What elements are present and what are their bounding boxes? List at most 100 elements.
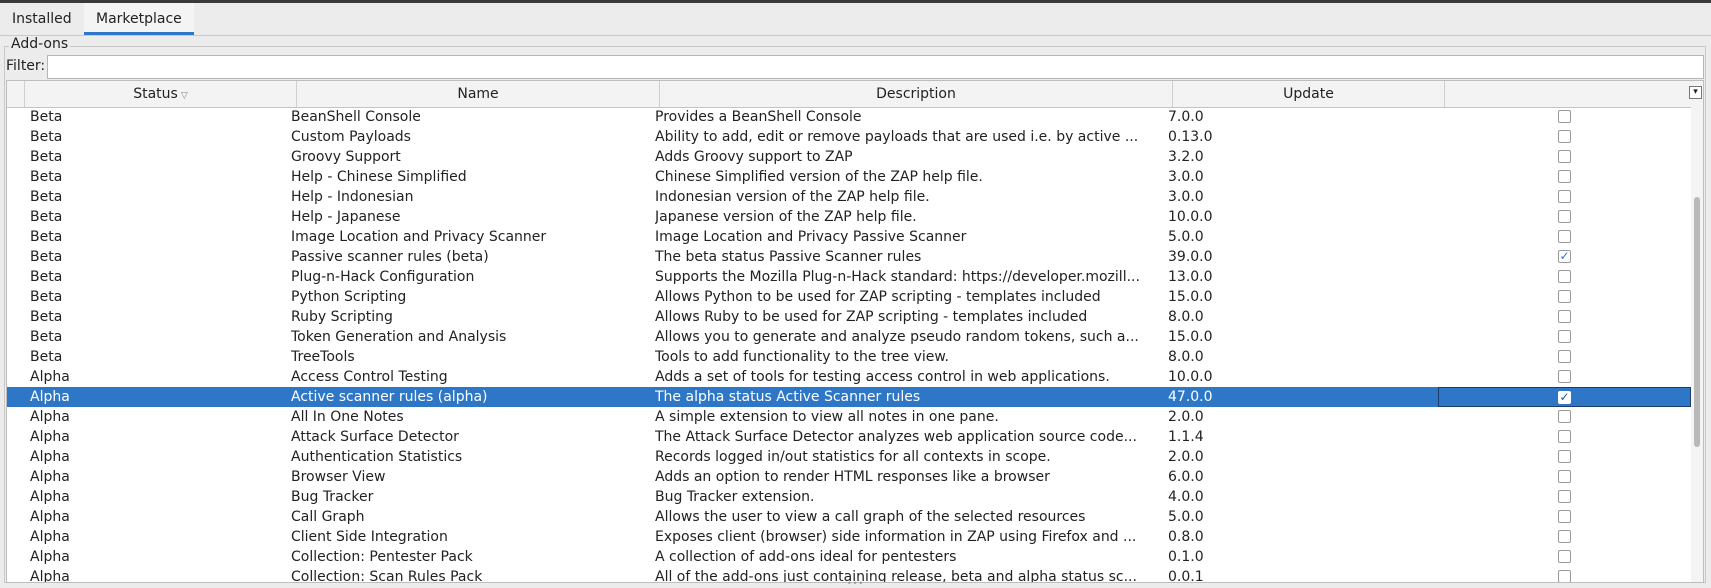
select-checkbox[interactable] [1558,329,1571,343]
column-header-status[interactable]: Status ▽ [25,81,297,107]
table-row[interactable]: Beta Passive scanner rules (beta) The beta… [7,247,1691,267]
table-row[interactable]: Beta Token Generation and Analysis Allows … [7,327,1691,347]
select-checkbox[interactable] [1558,249,1571,263]
name-cell: Help - Chinese Simplified [291,169,467,185]
table-row[interactable]: Beta Ruby Scripting Allows Ruby to be used… [7,307,1691,327]
select-cell [1438,467,1691,487]
name-cell: Python Scripting [291,289,407,305]
table-row[interactable]: Alpha Client Side Integration Exposes clie… [7,527,1691,547]
name-cell: Help - Indonesian [291,189,414,205]
status-cell: Beta [30,109,63,125]
status-cell: Beta [30,169,63,185]
select-checkbox[interactable] [1558,489,1571,503]
select-cell [1438,407,1691,427]
select-checkbox[interactable] [1558,289,1571,303]
update-cell: 3.0.0 [1168,169,1204,185]
status-cell: Beta [30,249,63,265]
table-row[interactable]: Alpha Collection: Pentester Pack A collect… [7,547,1691,567]
vertical-scrollbar[interactable] [1691,107,1703,582]
select-checkbox[interactable] [1558,549,1571,563]
select-checkbox[interactable] [1558,309,1571,323]
description-cell: Bug Tracker extension. [655,489,815,505]
description-cell: Image Location and Privacy Passive Scann… [655,229,967,245]
table-row[interactable]: Beta TreeTools Tools to add functionality … [7,347,1691,367]
status-cell: Alpha [30,549,70,565]
table-row[interactable]: Alpha Active scanner rules (alpha) The alp… [7,387,1691,407]
select-checkbox[interactable] [1558,169,1571,183]
select-checkbox[interactable] [1558,509,1571,523]
scrollbar-thumb[interactable] [1694,197,1700,447]
status-cell: Beta [30,349,63,365]
table-row[interactable]: Alpha Attack Surface Detector The Attack S… [7,427,1691,447]
table-row[interactable]: Beta Plug-n-Hack Configuration Supports th… [7,267,1691,287]
status-cell: Beta [30,309,63,325]
table-row[interactable]: Beta Image Location and Privacy Scanner Im… [7,227,1691,247]
select-checkbox[interactable] [1558,449,1571,463]
select-checkbox[interactable] [1558,109,1571,123]
description-cell: Allows the user to view a call graph of … [655,509,1086,525]
select-checkbox[interactable] [1558,409,1571,423]
name-cell: Attack Surface Detector [291,429,459,445]
column-header-select[interactable] [1445,81,1703,107]
filter-input[interactable] [47,55,1704,79]
name-cell: Plug-n-Hack Configuration [291,269,475,285]
name-cell: Custom Payloads [291,129,411,145]
select-cell [1438,307,1691,327]
update-cell: 15.0.0 [1168,289,1213,305]
column-control-icon[interactable]: ▾ [1689,86,1702,99]
description-cell: The beta status Passive Scanner rules [655,249,922,265]
table-row[interactable]: Beta Help - Chinese Simplified Chinese Sim… [7,167,1691,187]
select-cell [1438,267,1691,287]
status-cell: Alpha [30,469,70,485]
table-row[interactable]: Alpha Browser View Adds an option to rende… [7,467,1691,487]
select-checkbox[interactable] [1558,529,1571,543]
table-row[interactable]: Beta Help - Japanese Japanese version of t… [7,207,1691,227]
table-row[interactable]: Beta Help - Indonesian Indonesian version … [7,187,1691,207]
sort-descending-icon: ▽ [180,91,188,101]
select-cell [1438,127,1691,147]
select-cell [1438,447,1691,467]
column-header-name[interactable]: Name [297,81,660,107]
update-cell: 0.0.1 [1168,569,1204,583]
table-body: Beta BeanShell Console Provides a BeanShel… [7,107,1691,583]
status-cell: Alpha [30,409,70,425]
select-checkbox[interactable] [1558,390,1571,404]
tab-installed[interactable]: Installed [0,3,84,35]
status-cell: Beta [30,329,63,345]
select-checkbox[interactable] [1558,209,1571,223]
select-checkbox[interactable] [1558,149,1571,163]
select-checkbox[interactable] [1558,269,1571,283]
table-row[interactable]: Alpha Authentication Statistics Records lo… [7,447,1691,467]
table-row[interactable]: Alpha Bug Tracker Bug Tracker extension. 4.… [7,487,1691,507]
select-cell [1438,387,1691,407]
tab-marketplace[interactable]: Marketplace [84,3,194,35]
status-cell: Beta [30,269,63,285]
table-row[interactable]: Alpha Call Graph Allows the user to view a… [7,507,1691,527]
update-cell: 6.0.0 [1168,469,1204,485]
update-cell: 4.0.0 [1168,489,1204,505]
select-checkbox[interactable] [1558,229,1571,243]
column-header-update[interactable]: Update [1173,81,1445,107]
description-cell: Allows Ruby to be used for ZAP scripting… [655,309,1088,325]
table-row[interactable]: Beta Groovy Support Adds Groovy support to… [7,147,1691,167]
select-checkbox[interactable] [1558,189,1571,203]
column-header-description[interactable]: Description [660,81,1173,107]
table-row[interactable]: Beta BeanShell Console Provides a BeanShel… [7,107,1691,127]
select-checkbox[interactable] [1558,469,1571,483]
select-checkbox[interactable] [1558,429,1571,443]
update-cell: 0.8.0 [1168,529,1204,545]
update-cell: 5.0.0 [1168,509,1204,525]
table-row[interactable]: Alpha All In One Notes A simple extension … [7,407,1691,427]
select-checkbox[interactable] [1558,349,1571,363]
select-checkbox[interactable] [1558,569,1571,582]
table-row[interactable]: Alpha Access Control Testing Adds a set of… [7,367,1691,387]
select-cell [1438,347,1691,367]
select-checkbox[interactable] [1558,369,1571,383]
select-cell [1438,487,1691,507]
table-row[interactable]: Beta Custom Payloads Ability to add, edit … [7,127,1691,147]
name-cell: Browser View [291,469,386,485]
description-cell: Records logged in/out statistics for all… [655,449,1051,465]
description-cell: A simple extension to view all notes in … [655,409,999,425]
table-row[interactable]: Beta Python Scripting Allows Python to be … [7,287,1691,307]
select-checkbox[interactable] [1558,129,1571,143]
